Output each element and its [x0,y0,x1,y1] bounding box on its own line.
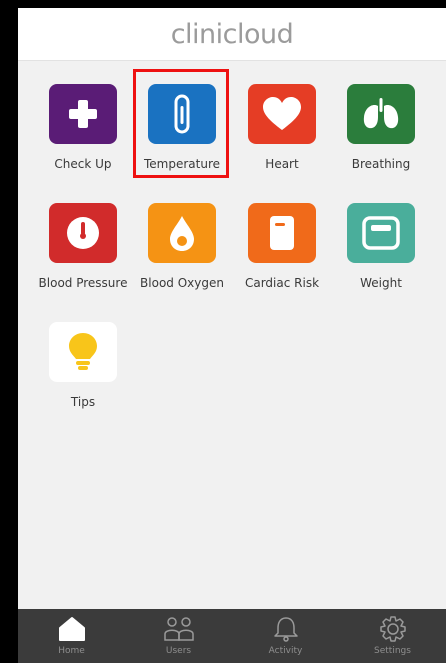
tile-cardiac-risk[interactable]: Cardiac Risk [232,203,332,313]
tile-heart[interactable]: Heart [232,84,332,194]
users-icon [163,617,194,641]
tile-label: Blood Pressure [38,276,128,290]
tile-blood-oxygen[interactable]: Blood Oxygen [132,203,232,313]
blood-pressure-icon-box [49,203,117,263]
thermometer-icon [174,94,190,134]
home-icon [58,617,85,641]
tile-label: Cardiac Risk [244,276,320,290]
lungs-icon [363,98,399,129]
cardiac-risk-icon-box [248,203,316,263]
lightbulb-icon [69,333,97,370]
tile-temperature[interactable]: Temperature [132,84,232,194]
tile-tips[interactable]: Tips [33,322,133,432]
tile-label: Temperature [143,157,220,171]
heart-icon [263,97,301,130]
bell-icon [273,617,298,642]
gauge-icon [67,217,99,249]
gear-icon [379,616,406,642]
weight-icon-box [347,203,415,263]
tile-label: Weight [360,276,402,290]
app-logo: clinicloud [170,18,294,50]
tile-label: Heart [265,157,299,171]
plus-icon [69,100,97,128]
tab-label: Users [165,646,192,656]
tile-label: Blood Oxygen [140,276,224,290]
tile-weight[interactable]: Weight [331,203,431,313]
bottom-tab-bar: Home Users Activity Settings [18,609,446,663]
tab-users[interactable]: Users [125,609,232,663]
tab-label: Activity [268,646,303,656]
tile-label: Breathing [351,157,411,171]
tab-activity[interactable]: Activity [232,609,339,663]
app-screen: clinicloud Check Up Temperature Heart Br… [18,8,446,663]
tile-label: Check Up [54,157,112,171]
scale-icon [362,216,400,250]
temperature-icon-box [148,84,216,144]
oxygen-drop-icon [170,216,194,251]
document-icon [270,216,294,250]
tab-label: Home [58,646,85,656]
heart-icon-box [248,84,316,144]
tile-check-up[interactable]: Check Up [33,84,133,194]
tab-settings[interactable]: Settings [339,609,446,663]
tab-home[interactable]: Home [18,609,125,663]
tile-label: Tips [70,395,96,409]
tile-blood-pressure[interactable]: Blood Pressure [33,203,133,313]
check-up-icon-box [49,84,117,144]
tile-breathing[interactable]: Breathing [331,84,431,194]
blood-oxygen-icon-box [148,203,216,263]
app-header: clinicloud [18,8,446,61]
breathing-icon-box [347,84,415,144]
tips-icon-box [49,322,117,382]
tab-label: Settings [374,646,411,656]
